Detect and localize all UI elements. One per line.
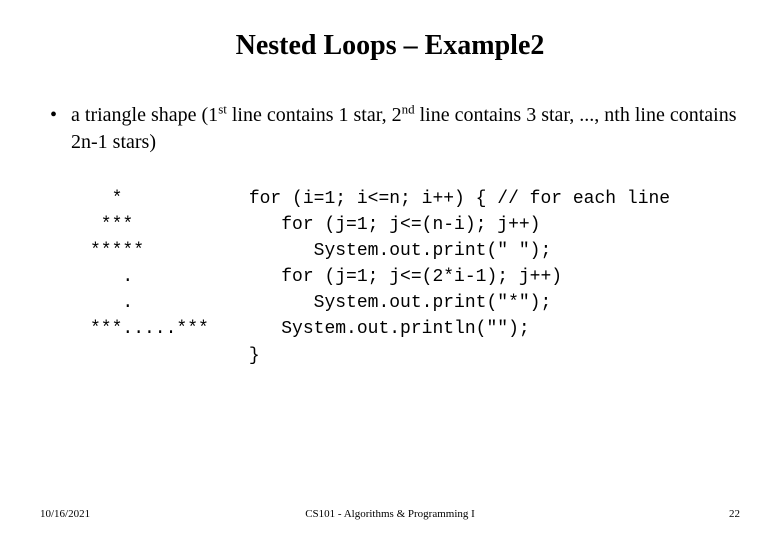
page-title: Nested Loops – Example2: [40, 30, 740, 62]
bullet-part: a triangle shape (1: [71, 104, 218, 126]
footer: 10/16/2021 CS101 - Algorithms & Programm…: [40, 508, 740, 520]
bullet-text: a triangle shape (1st line contains 1 st…: [71, 102, 740, 156]
bullet-marker: •: [50, 102, 57, 128]
content-row: * *** ***** . . ***.....*** for (i=1; i<…: [90, 186, 740, 369]
bullet-part: line contains 1 star, 2: [227, 104, 402, 126]
bullet-item: • a triangle shape (1st line contains 1 …: [40, 102, 740, 156]
bullet-sup: nd: [402, 101, 415, 116]
footer-date: 10/16/2021: [40, 508, 90, 520]
triangle-shape: * *** ***** . . ***.....***: [90, 186, 209, 369]
footer-page: 22: [729, 508, 740, 520]
bullet-sup: st: [218, 101, 227, 116]
code-block: for (i=1; i<=n; i++) { // for each line …: [249, 186, 670, 369]
footer-course: CS101 - Algorithms & Programming I: [305, 508, 475, 520]
